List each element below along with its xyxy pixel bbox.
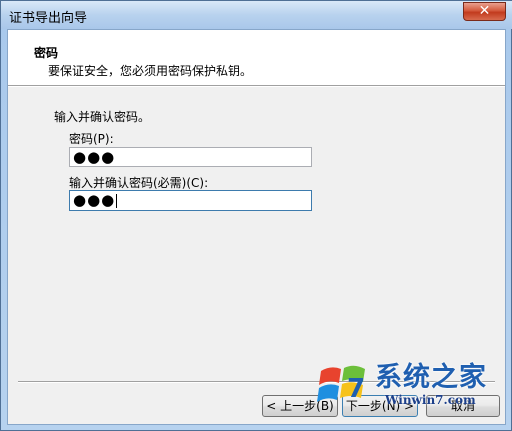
- password-label: 密码(P):: [69, 132, 114, 146]
- footer-divider-highlight: [18, 382, 495, 383]
- password-input[interactable]: ●●●: [69, 147, 312, 167]
- wizard-body: 密码 要保证安全，您必须用密码保护私钥。 输入并确认密码。 密码(P): ●●●…: [7, 29, 506, 425]
- password-value: ●●●: [73, 148, 116, 166]
- page-subtitle: 要保证安全，您必须用密码保护私钥。: [48, 64, 253, 78]
- close-icon: ✕: [478, 3, 491, 19]
- header-divider-highlight: [8, 86, 505, 87]
- title-bar[interactable]: 证书导出向导 ✕: [1, 1, 512, 29]
- confirm-password-value: ●●●: [73, 191, 116, 209]
- next-button[interactable]: 下一步(N) >: [342, 395, 418, 417]
- close-button[interactable]: ✕: [463, 2, 506, 21]
- back-button[interactable]: < 上一步(B): [262, 395, 338, 417]
- confirm-password-input[interactable]: ●●●: [69, 190, 312, 211]
- text-caret: [116, 193, 118, 208]
- confirm-password-label: 输入并确认密码(必需)(C):: [69, 176, 209, 190]
- window-title: 证书导出向导: [9, 11, 88, 26]
- wizard-header: 密码 要保证安全，您必须用密码保护私钥。: [8, 30, 505, 85]
- cancel-button[interactable]: 取消: [426, 395, 500, 417]
- wizard-window: 证书导出向导 ✕ 密码 要保证安全，您必须用密码保护私钥。 输入并确认密码。 密…: [0, 0, 512, 431]
- page-title: 密码: [34, 46, 59, 60]
- instruction-text: 输入并确认密码。: [54, 110, 151, 124]
